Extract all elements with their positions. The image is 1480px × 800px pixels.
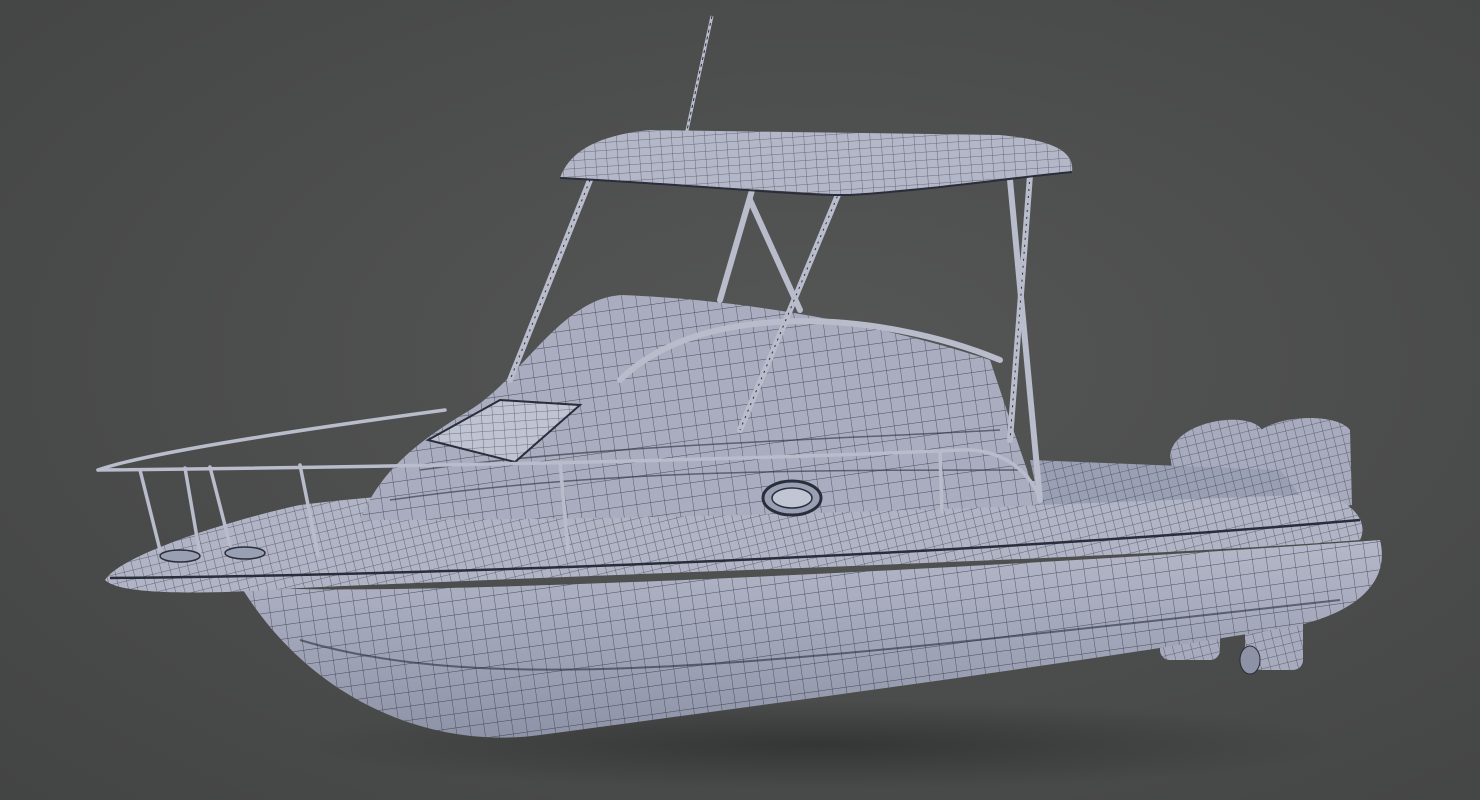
render-viewport: [0, 0, 1480, 800]
cabin: [360, 295, 1040, 520]
antenna: [684, 15, 714, 136]
porthole: [761, 479, 823, 517]
boat-model-illustration: [96, 15, 1382, 790]
hardtop: [559, 130, 1073, 197]
